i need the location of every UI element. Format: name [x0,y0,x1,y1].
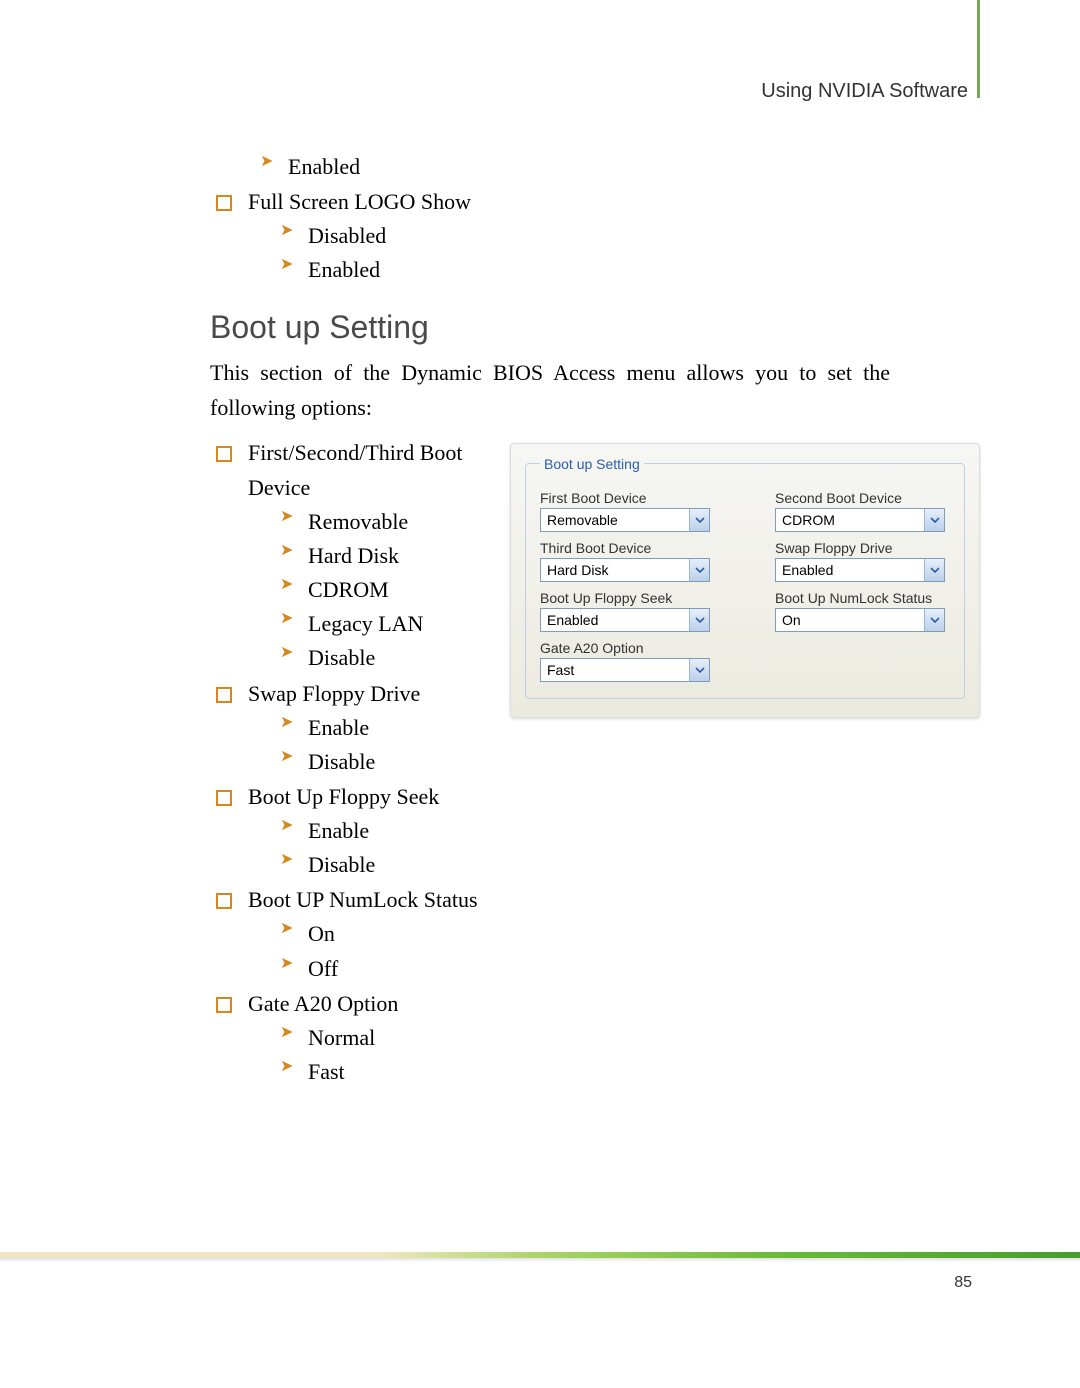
chevron-down-icon [924,509,944,531]
option-item: Disable [280,848,490,882]
setting-list-top: Full Screen LOGO Show Disabled Enabled [210,184,980,287]
section-title: Boot up Setting [210,309,980,346]
setting-item: Full Screen LOGO Show Disabled Enabled [230,184,980,287]
field-label: First Boot Device [540,486,715,508]
numlock-field: Boot Up NumLock Status On [775,586,950,632]
dropdown-value: Hard Disk [541,562,689,578]
option-item: Removable [280,505,490,539]
panel-grid: First Boot Device Removable Second Boot … [540,482,950,682]
dropdown-value: Enabled [541,612,689,628]
option-item: Normal [280,1021,490,1055]
right-column: Boot up Setting First Boot Device Remova… [510,435,980,1089]
option-item: Hard Disk [280,539,490,573]
option-list: Enable Disable [248,711,490,779]
third-boot-dropdown[interactable]: Hard Disk [540,558,710,582]
first-boot-field: First Boot Device Removable [540,486,715,532]
chevron-down-icon [924,609,944,631]
option-item: Disabled [280,219,980,253]
setting-label: Boot Up Floppy Seek [248,784,439,809]
section-intro: This section of the Dynamic BIOS Access … [210,356,890,424]
second-boot-field: Second Boot Device CDROM [775,486,950,532]
option-list: Enable Disable [248,814,490,882]
second-boot-dropdown[interactable]: CDROM [775,508,945,532]
panel-legend: Boot up Setting [540,456,644,472]
setting-item: Boot Up Floppy Seek Enable Disable [230,779,490,882]
dropdown-value: Fast [541,662,689,678]
floppy-seek-field: Boot Up Floppy Seek Enabled [540,586,715,632]
setting-label: Swap Floppy Drive [248,681,420,706]
setting-label: Gate A20 Option [248,991,398,1016]
option-item: Off [280,952,490,986]
setting-item: Gate A20 Option Normal Fast [230,986,490,1089]
option-item: Disable [280,641,490,675]
setting-label: Full Screen LOGO Show [248,189,471,214]
chevron-down-icon [924,559,944,581]
option-item: Enable [280,711,490,745]
gate-a20-dropdown[interactable]: Fast [540,658,710,682]
footer-gradient-band [0,1252,1080,1258]
prev-option-list: Enabled [210,150,980,184]
option-item: Fast [280,1055,490,1089]
header-section-label: Using NVIDIA Software [761,80,968,103]
swap-floppy-dropdown[interactable]: Enabled [775,558,945,582]
field-label: Gate A20 Option [540,636,715,658]
left-column: First/Second/Third Boot Device Removable… [210,435,490,1089]
gate-a20-field: Gate A20 Option Fast [540,636,715,682]
option-list: Normal Fast [248,1021,490,1089]
option-item: CDROM [280,573,490,607]
setting-item: First/Second/Third Boot Device Removable… [230,435,490,676]
option-item: Enabled [280,253,980,287]
option-item: Disable [280,745,490,779]
first-boot-dropdown[interactable]: Removable [540,508,710,532]
field-label: Second Boot Device [775,486,950,508]
dropdown-value: On [776,612,924,628]
option-item: Enabled [260,150,980,184]
two-column-layout: First/Second/Third Boot Device Removable… [210,435,980,1089]
chevron-down-icon [689,609,709,631]
boot-up-setting-panel: Boot up Setting First Boot Device Remova… [510,443,980,718]
chevron-down-icon [689,659,709,681]
setting-item: Boot UP NumLock Status On Off [230,882,490,985]
setting-item: Swap Floppy Drive Enable Disable [230,676,490,779]
dropdown-value: CDROM [776,512,924,528]
numlock-dropdown[interactable]: On [775,608,945,632]
chevron-down-icon [689,559,709,581]
field-label: Swap Floppy Drive [775,536,950,558]
header-rule [977,0,980,98]
boot-up-fieldset: Boot up Setting First Boot Device Remova… [525,456,965,699]
option-list: Disabled Enabled [248,219,980,287]
option-list: Removable Hard Disk CDROM Legacy LAN Dis… [248,505,490,675]
option-list: On Off [248,917,490,985]
setting-label: Boot UP NumLock Status [248,887,478,912]
dropdown-value: Removable [541,512,689,528]
option-item: Legacy LAN [280,607,490,641]
swap-floppy-field: Swap Floppy Drive Enabled [775,536,950,582]
content: Enabled Full Screen LOGO Show Disabled E… [210,70,980,1089]
setting-list: First/Second/Third Boot Device Removable… [210,435,490,1089]
field-label: Boot Up NumLock Status [775,586,950,608]
option-item: On [280,917,490,951]
floppy-seek-dropdown[interactable]: Enabled [540,608,710,632]
dropdown-value: Enabled [776,562,924,578]
field-label: Boot Up Floppy Seek [540,586,715,608]
third-boot-field: Third Boot Device Hard Disk [540,536,715,582]
chevron-down-icon [689,509,709,531]
page: Using NVIDIA Software Enabled Full Scree… [0,0,1080,1388]
field-label: Third Boot Device [540,536,715,558]
option-item: Enable [280,814,490,848]
page-number: 85 [954,1274,972,1292]
setting-label: First/Second/Third Boot Device [248,440,463,500]
